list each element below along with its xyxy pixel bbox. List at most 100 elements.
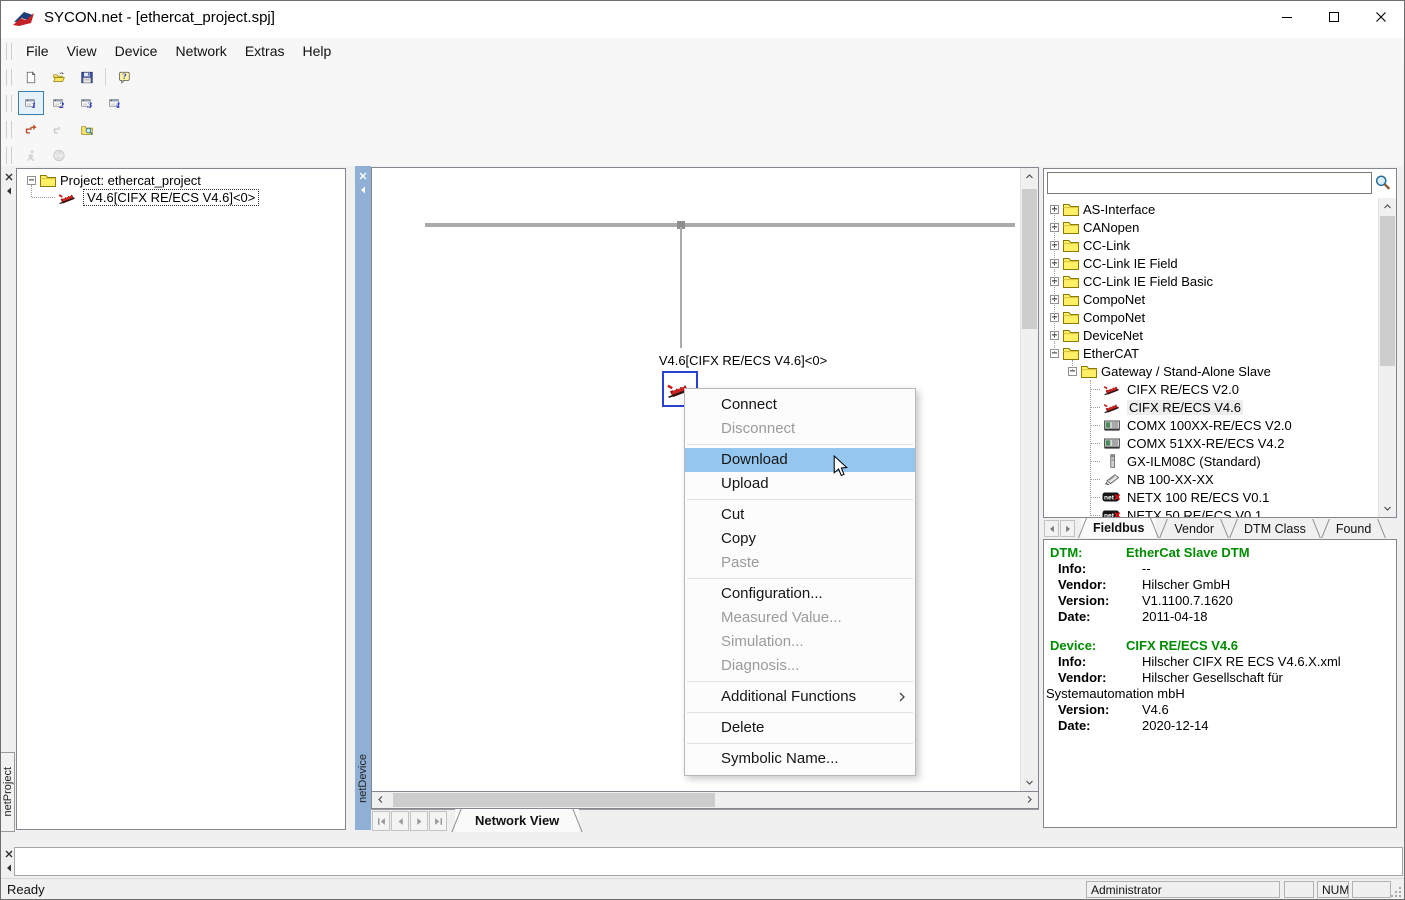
project-panel-close-button[interactable] xyxy=(3,171,15,183)
tree-item-comx-100xx-re-ecs-v2-0[interactable]: COMX 100XX-RE/ECS V2.0 xyxy=(1044,416,1379,434)
close-button[interactable] xyxy=(1357,0,1404,34)
tree-item-gateway-stand-alone-slave[interactable]: −Gateway / Stand-Alone Slave xyxy=(1044,362,1379,380)
tree-item-label[interactable]: GX-ILM08C (Standard) xyxy=(1127,454,1261,469)
tab-scroll-last-button[interactable] xyxy=(429,811,447,831)
tree-item-label[interactable]: Gateway / Stand-Alone Slave xyxy=(1101,364,1271,379)
tree-item-cifx-re-ecs-v2-0[interactable]: CIFX RE/ECS V2.0 xyxy=(1044,380,1379,398)
tree-item-label[interactable]: DeviceNet xyxy=(1083,328,1143,343)
help-button[interactable]: ? xyxy=(111,65,137,89)
tree-item-nb-100-xx-xx[interactable]: NB 100-XX-XX xyxy=(1044,470,1379,488)
stop-button[interactable]: STOP xyxy=(46,143,72,167)
tree-item-componet[interactable]: +CompoNet xyxy=(1044,308,1379,326)
device-catalog-button[interactable] xyxy=(74,117,100,141)
context-menu-item-paste[interactable]: Paste xyxy=(685,551,915,575)
scroll-down-button[interactable] xyxy=(1379,500,1396,517)
tab-scroll-prev-button[interactable] xyxy=(391,811,409,831)
tree-item-label[interactable]: CC-Link xyxy=(1083,238,1130,253)
tree-item-cc-link-ie-field-basic[interactable]: +CC-Link IE Field Basic xyxy=(1044,272,1379,290)
toolbar-grip-handle[interactable] xyxy=(6,69,12,86)
context-menu-item-configuration[interactable]: Configuration... xyxy=(685,582,915,606)
scroll-right-button[interactable] xyxy=(1021,792,1038,807)
tree-item-label[interactable]: NETX 100 RE/ECS V0.1 xyxy=(1127,490,1269,505)
tree-item-cc-link-ie-field[interactable]: +CC-Link IE Field xyxy=(1044,254,1379,272)
tree-item-label[interactable]: V4.6[CIFX RE/ECS V4.6]<0> xyxy=(83,189,259,206)
resize-grip[interactable] xyxy=(1391,887,1402,898)
window-1-button[interactable]: 1 xyxy=(18,91,44,115)
tree-item-comx-51xx-re-ecs-v4-2[interactable]: COMX 51XX-RE/ECS V4.2 xyxy=(1044,434,1379,452)
tree-item-label[interactable]: EtherCAT xyxy=(1083,346,1139,361)
start-button[interactable] xyxy=(18,143,44,167)
tree-item-cc-link[interactable]: +CC-Link xyxy=(1044,236,1379,254)
scroll-up-button[interactable] xyxy=(1379,198,1396,215)
window-4-button[interactable]: 4 xyxy=(102,91,128,115)
new-document-button[interactable] xyxy=(18,65,44,89)
toolbar-grip-handle[interactable] xyxy=(6,121,12,138)
context-menu-item-diagnosis[interactable]: Diagnosis... xyxy=(685,654,915,678)
save-project-button[interactable] xyxy=(74,65,100,89)
horizontal-scroll-thumb[interactable] xyxy=(393,793,715,807)
tree-item-label[interactable]: AS-Interface xyxy=(1083,202,1155,217)
context-menu-item-symbolic-name[interactable]: Symbolic Name... xyxy=(685,747,915,771)
context-menu-item-disconnect[interactable]: Disconnect xyxy=(685,417,915,441)
output-panel-close-button[interactable] xyxy=(3,848,15,860)
context-menu-item-copy[interactable]: Copy xyxy=(685,527,915,551)
catalog-search-button[interactable] xyxy=(1372,173,1393,194)
menu-network[interactable]: Network xyxy=(166,40,235,62)
tree-item-componet[interactable]: +CompoNet xyxy=(1044,290,1379,308)
catalog-search-input[interactable] xyxy=(1047,172,1372,194)
menu-device[interactable]: Device xyxy=(106,40,167,62)
minimize-button[interactable] xyxy=(1263,0,1310,34)
tree-item-project-ethercat-project[interactable]: − Project: ethercat_project xyxy=(17,172,345,189)
tree-item-label[interactable]: Project: ethercat_project xyxy=(60,173,201,188)
context-menu-item-connect[interactable]: Connect xyxy=(685,393,915,417)
tab-found[interactable]: Found xyxy=(1324,519,1383,538)
remove-device-button[interactable] xyxy=(46,117,72,141)
catalog-tabs-scroll-right-button[interactable] xyxy=(1060,520,1075,537)
tab-scroll-first-button[interactable] xyxy=(372,811,390,831)
toolbar-grip-handle[interactable] xyxy=(6,147,12,164)
tree-item-label[interactable]: COMX 51XX-RE/ECS V4.2 xyxy=(1127,436,1285,451)
menu-extras[interactable]: Extras xyxy=(236,40,294,62)
tree-item-label[interactable]: COMX 100XX-RE/ECS V2.0 xyxy=(1127,418,1292,433)
tree-item-devicenet[interactable]: +DeviceNet xyxy=(1044,326,1379,344)
tree-item-netx-100-re-ecs-v0-1[interactable]: netNETX 100 RE/ECS V0.1 xyxy=(1044,488,1379,506)
tab-scroll-next-button[interactable] xyxy=(410,811,428,831)
menubar-grip-handle[interactable] xyxy=(6,43,12,60)
tree-item-label[interactable]: CC-Link IE Field xyxy=(1083,256,1178,271)
netdevice-dock-tab[interactable]: netDevice xyxy=(355,740,371,816)
project-panel-collapse-button[interactable] xyxy=(3,185,15,197)
tree-item-label[interactable]: CIFX RE/ECS V4.6 xyxy=(1127,400,1243,415)
netproject-dock-tab[interactable]: netProject xyxy=(1,752,15,832)
tree-item-netx-50-re-ecs-v0-1[interactable]: netNETX 50 RE/ECS V0.1 xyxy=(1044,506,1379,517)
tree-item-label[interactable]: NETX 50 RE/ECS V0.1 xyxy=(1127,508,1262,518)
add-device-button[interactable] xyxy=(18,117,44,141)
tree-item-gx-ilm08c-standard[interactable]: GX-ILM08C (Standard) xyxy=(1044,452,1379,470)
open-project-button[interactable] xyxy=(46,65,72,89)
menu-help[interactable]: Help xyxy=(294,40,341,62)
vertical-scroll-thumb[interactable] xyxy=(1380,216,1395,366)
context-menu-item-measured-value[interactable]: Measured Value... xyxy=(685,606,915,630)
context-menu-item-additional-functions[interactable]: Additional Functions xyxy=(685,685,915,709)
toolbar-grip-handle[interactable] xyxy=(6,95,12,112)
tab-dtm-class[interactable]: DTM Class xyxy=(1232,519,1318,538)
catalog-tabs-scroll-left-button[interactable] xyxy=(1044,520,1059,537)
tree-item-as-interface[interactable]: +AS-Interface xyxy=(1044,200,1379,218)
context-menu-item-upload[interactable]: Upload xyxy=(685,472,915,496)
tree-item-label[interactable]: CompoNet xyxy=(1083,310,1145,325)
tree-item-label[interactable]: NB 100-XX-XX xyxy=(1127,472,1214,487)
netdevice-splitter[interactable]: netDevice xyxy=(355,166,371,830)
context-menu-item-delete[interactable]: Delete xyxy=(685,716,915,740)
tree-item-label[interactable]: CompoNet xyxy=(1083,292,1145,307)
context-menu-item-download[interactable]: Download xyxy=(685,448,915,472)
tab-vendor[interactable]: Vendor xyxy=(1162,519,1226,538)
tab-network-view[interactable]: Network View xyxy=(455,809,579,832)
netdevice-collapse-button[interactable] xyxy=(357,184,369,196)
netdevice-close-button[interactable] xyxy=(357,170,369,182)
scroll-down-button[interactable] xyxy=(1021,774,1038,791)
context-menu-item-cut[interactable]: Cut xyxy=(685,503,915,527)
collapse-expander-icon[interactable]: − xyxy=(27,176,36,185)
tree-item-label[interactable]: CIFX RE/ECS V2.0 xyxy=(1127,382,1239,397)
scroll-up-button[interactable] xyxy=(1021,168,1038,185)
maximize-button[interactable] xyxy=(1310,0,1357,34)
tree-item-canopen[interactable]: +CANopen xyxy=(1044,218,1379,236)
